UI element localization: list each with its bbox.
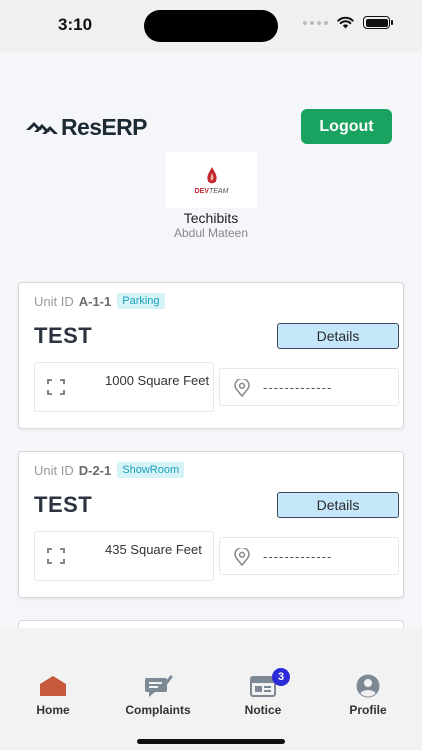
nav-notice[interactable]: 3 Notice: [218, 668, 308, 717]
brand-name: ResERP: [61, 114, 147, 140]
unit-type-tag: ShowRoom: [117, 462, 185, 478]
unit-id-value: D-2-1: [78, 462, 112, 478]
location-pin-icon: [234, 548, 250, 566]
status-bar: 3:10: [0, 0, 422, 52]
nav-label: Complaints: [125, 703, 191, 717]
reserp-logo-icon: [26, 121, 58, 134]
expand-icon: [47, 548, 65, 564]
area-box: 1000 Square Feet: [34, 362, 214, 412]
location-value: -------------: [263, 380, 333, 395]
expand-icon: [47, 379, 65, 395]
nav-profile[interactable]: Profile: [323, 674, 413, 717]
header: ResERP Logout DEVTEAM Techibits Abdul Ma…: [0, 52, 422, 252]
nav-label: Notice: [244, 703, 282, 717]
unit-id-label: Unit ID: [34, 462, 74, 478]
unit-title: TEST: [34, 323, 93, 348]
nav-complaints[interactable]: Complaints: [113, 674, 203, 717]
complaints-icon: [143, 674, 173, 698]
status-time: 3:10: [58, 15, 93, 34]
location-pin-icon: [234, 379, 250, 397]
area-value: 435 Square Feet: [105, 542, 202, 557]
home-indicator: [137, 739, 285, 744]
location-box: -------------: [219, 368, 399, 406]
nav-label: Home: [36, 703, 70, 717]
area-box: 435 Square Feet: [34, 531, 214, 581]
unit-id-label: Unit ID: [34, 293, 74, 309]
location-value: -------------: [263, 549, 333, 564]
notice-icon: 3: [250, 668, 290, 698]
unit-card: Unit ID D-2-1 ShowRoom TEST Details 435 …: [18, 451, 404, 598]
status-icons: [303, 16, 393, 29]
details-button[interactable]: Details: [277, 492, 399, 518]
unit-title: TEST: [34, 492, 93, 517]
area-value: 1000 Square Feet: [105, 373, 210, 388]
unit-type-tag: Parking: [117, 293, 165, 309]
notice-badge: 3: [272, 668, 290, 686]
company-name: Techibits: [183, 210, 239, 226]
location-box: -------------: [219, 537, 399, 575]
unit-id-row: Unit ID D-2-1 ShowRoom: [34, 462, 185, 478]
bottom-nav: Home Complaints 3 Notice Profile: [0, 628, 422, 750]
unit-card: Unit ID A-1-1 Parking TEST Details 1000 …: [18, 282, 404, 429]
details-button[interactable]: Details: [277, 323, 399, 349]
home-icon: [39, 674, 67, 698]
logout-button[interactable]: Logout: [301, 109, 392, 144]
signal-icon: [303, 20, 328, 25]
company-logo-icon: [206, 166, 217, 183]
nav-label: Profile: [349, 703, 387, 717]
battery-icon: [363, 16, 393, 29]
company-logo-text: DEVTEAM: [194, 187, 229, 195]
nav-home[interactable]: Home: [8, 674, 98, 717]
brand-logo: ResERP: [26, 114, 147, 141]
wifi-icon: [337, 16, 354, 29]
dynamic-island: [144, 10, 278, 42]
user-name: Abdul Mateen: [173, 226, 249, 240]
unit-id-value: A-1-1: [78, 293, 112, 309]
unit-id-row: Unit ID A-1-1 Parking: [34, 293, 165, 309]
profile-icon: [355, 674, 381, 698]
company-logo: DEVTEAM: [166, 152, 257, 208]
